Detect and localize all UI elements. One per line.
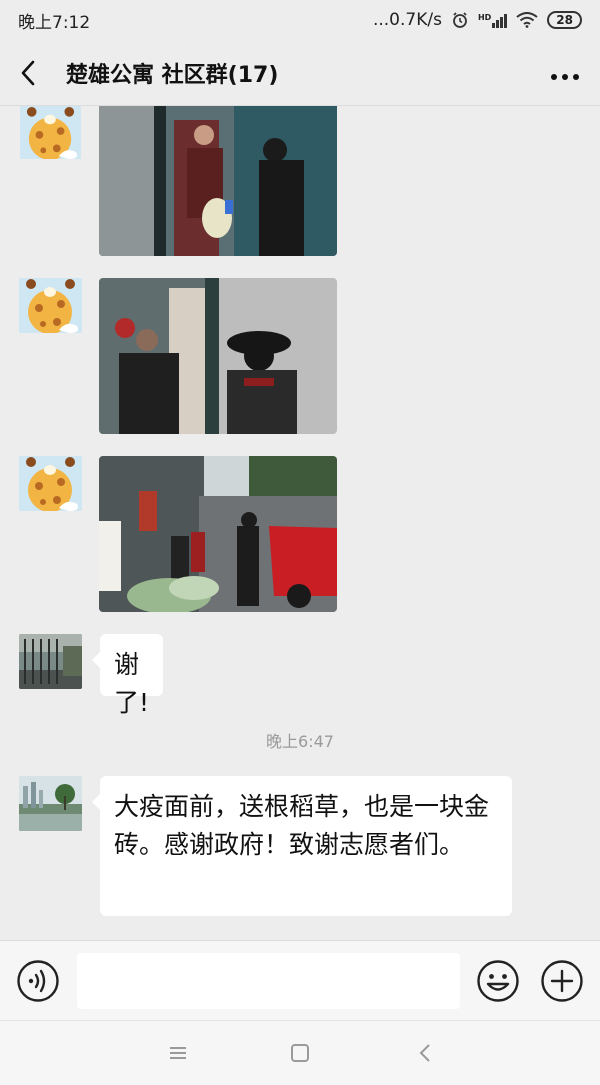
wifi-icon xyxy=(516,12,538,28)
menu-button[interactable] xyxy=(166,1041,190,1065)
system-back-button[interactable] xyxy=(414,1041,438,1065)
chat-timestamp: 晚上6:47 xyxy=(266,732,334,751)
more-dots-icon xyxy=(551,73,579,80)
network-speed: ...0.7K/s xyxy=(372,10,442,30)
home-button[interactable] xyxy=(288,1041,312,1065)
system-navigation-bar xyxy=(0,1020,600,1085)
message-bubble[interactable]: 谢了! xyxy=(91,634,164,717)
chat-header: 楚雄公寓 社区群(17) xyxy=(0,40,600,106)
message-text: 谢了! xyxy=(114,650,150,717)
battery-indicator: 28 xyxy=(547,11,582,29)
shared-photo[interactable] xyxy=(99,456,337,612)
chevron-left-icon xyxy=(419,1044,430,1062)
status-bar: 晚上7:12 ...0.7K/s HD 28 xyxy=(0,0,600,40)
message-input[interactable] xyxy=(77,953,460,1009)
lake-photo-avatar[interactable] xyxy=(19,776,82,831)
signal-icon: HD xyxy=(477,12,508,28)
alarm-icon xyxy=(453,12,467,28)
voice-button[interactable] xyxy=(16,959,60,1003)
status-time: 晚上7:12 xyxy=(18,12,91,33)
chevron-left-icon xyxy=(21,60,35,85)
more-features-button[interactable] xyxy=(540,959,584,1003)
emoji-button[interactable] xyxy=(476,959,520,1003)
back-button[interactable] xyxy=(20,59,48,87)
giraffe-avatar[interactable] xyxy=(19,106,82,159)
giraffe-avatar[interactable] xyxy=(19,456,82,511)
chat-title: 楚雄公寓 社区群(17) xyxy=(66,62,279,88)
voice-icon xyxy=(17,960,59,1002)
more-button[interactable] xyxy=(550,58,580,88)
emoji-icon xyxy=(477,960,519,1002)
home-square-icon xyxy=(291,1044,309,1062)
hd-label: HD xyxy=(477,13,492,22)
message-bubble[interactable]: 大疫面前，送根稻草，也是一块金砖。感谢政府！致谢志愿者们。 xyxy=(92,776,512,916)
giraffe-avatar[interactable] xyxy=(19,278,82,333)
fence-photo-avatar[interactable] xyxy=(19,634,82,689)
shared-photo[interactable] xyxy=(99,278,337,434)
plus-icon xyxy=(541,960,583,1002)
input-bar xyxy=(0,940,600,1020)
message-text: 大疫面前，送根稻草，也是一块金砖。感谢政府！致谢志愿者们。 xyxy=(114,792,490,859)
shared-photo[interactable] xyxy=(99,106,337,256)
chat-messages[interactable]: 谢了! 晚上6:47 大疫面前，送根稻草，也是一块金砖。感谢政府！致谢志愿者们。 xyxy=(0,106,600,940)
menu-icon xyxy=(170,1047,186,1059)
status-indicators: ...0.7K/s HD 28 xyxy=(373,10,582,30)
